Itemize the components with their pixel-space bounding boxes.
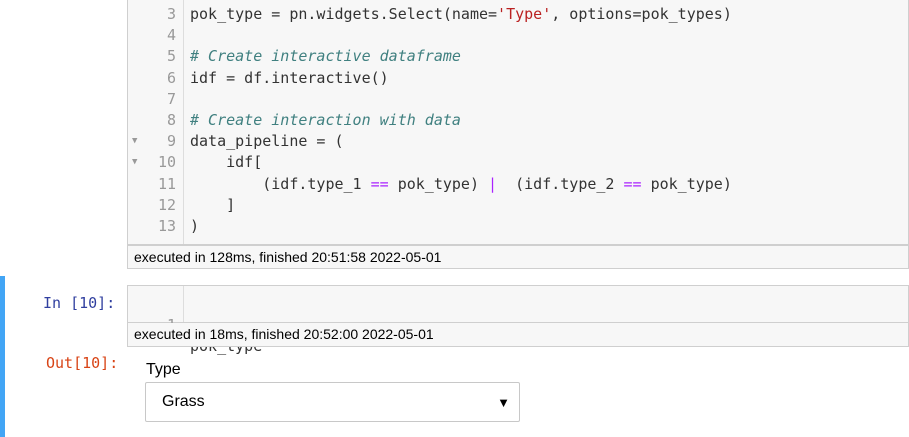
line-number: 11 [157,174,176,193]
code-line: 7 [128,89,908,110]
code-editor-cell-1[interactable]: 3 pok_type = pn.widgets.Select(name='Type… [127,0,909,245]
code-token: == [370,174,389,193]
triangle-down-icon: ▼ [497,395,510,410]
code-token: pok_type) [388,174,489,193]
code-line: 1 pok_type [128,294,908,355]
input-prompt: In [10]: [43,294,116,312]
code-token: pok_type) [641,174,732,193]
line-number: 9 [166,132,176,151]
code-token: ) [190,217,200,235]
code-text: (idf.type_1 == pok_type) | (idf.type_2 =… [190,174,732,195]
code-text: ) [190,216,199,237]
code-token: idf = df.interactive() [190,68,389,87]
code-token: 'Type' [497,5,552,23]
line-number: 6 [166,68,176,87]
line-number: 10 [157,153,176,172]
code-text: # Create interaction with data [190,110,461,131]
output-prompt: Out[10]: [46,354,119,372]
execution-time-cell-1: executed in 128ms, finished 20:51:58 202… [127,245,909,269]
line-number: 12 [157,195,176,214]
execution-time-cell-2: executed in 18ms, finished 20:52:00 2022… [127,323,909,347]
code-line: 6 idf = df.interactive() [128,68,908,89]
code-token: pok_type = pn.widgets.Select(name= [190,5,498,23]
code-token: data_pipeline = ( [190,132,344,151]
line-number: 13 [157,217,176,235]
code-line: 5 # Create interactive dataframe [128,46,908,67]
code-line: ▼ 10 idf[ [128,152,908,173]
code-line: 3 pok_type = pn.widgets.Select(name='Type… [128,4,908,25]
code-token: (idf.type_1 [190,174,371,193]
code-editor-cell-2[interactable]: 1 pok_type [127,285,909,355]
code-token: ] [190,195,236,214]
line-number: 8 [166,111,176,129]
code-line: 8 # Create interaction with data [128,110,908,131]
code-text: idf = df.interactive() [190,68,389,89]
code-text: ] [190,195,235,216]
code-token: # Create interactive dataframe [190,47,461,66]
code-line: ▼ 9 data_pipeline = ( [128,131,908,152]
code-line: 13) [128,216,908,237]
type-select[interactable]: Grass ▼ [145,382,520,422]
code-token: idf[ [190,153,263,172]
code-token: , options=pok_types) [551,5,732,23]
line-number: 7 [166,89,176,108]
line-number: 5 [166,47,176,66]
code-token: # Create interaction with data [190,111,461,129]
code-line: 4 [128,25,908,46]
code-text: idf[ [190,152,262,173]
code-token: == [623,174,642,193]
code-text: data_pipeline = ( [190,131,344,152]
code-line: 12 ] [128,195,908,216]
select-label: Type [146,361,181,378]
code-line: 11 (idf.type_1 == pok_type) | (idf.type_… [128,174,908,195]
line-number: 4 [166,26,176,45]
code-token: | [488,174,498,193]
code-text: # Create interactive dataframe [190,46,461,67]
code-text: pok_type = pn.widgets.Select(name='Type'… [190,4,732,25]
select-value: Grass [162,393,205,410]
line-number: 3 [166,5,176,23]
code-token: (idf.type_2 [497,174,624,193]
